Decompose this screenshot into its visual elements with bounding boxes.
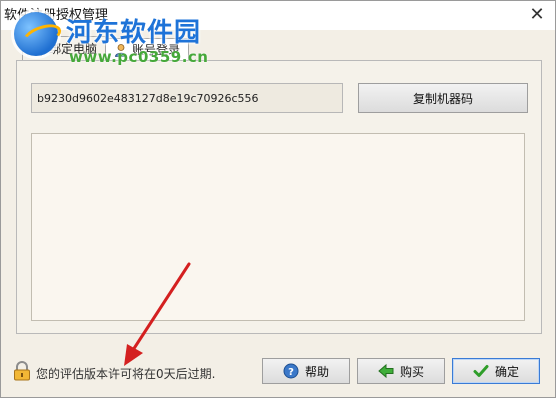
ok-button[interactable]: 确定 [452,358,540,384]
buy-button-label: 购买 [399,364,424,379]
help-button[interactable]: ? 帮助 [262,358,350,384]
watermark-logo-icon [14,12,58,56]
machine-code-field[interactable]: b9230d9602e483127d8e19c70926c556 [31,83,343,113]
watermark: 河东软件园 www.pc0359.cn [14,8,208,68]
copy-button-label: 复制机器码 [412,91,473,106]
lock-icon [14,361,30,381]
help-icon: ? [283,363,299,379]
checkmark-icon [473,365,489,377]
watermark-site-name: 河东软件园 [66,18,202,48]
ok-button-label: 确定 [494,364,519,379]
close-button[interactable]: ✕ [518,0,556,28]
watermark-url: www.pc0359.cn [69,48,209,66]
license-status-text: 您的评估版本许可将在0天后过期. [36,367,216,381]
info-text-area[interactable] [31,133,525,321]
svg-text:?: ? [288,367,294,378]
buy-button[interactable]: 购买 [357,358,445,384]
arrow-left-icon [378,363,394,379]
help-button-label: 帮助 [304,364,329,379]
copy-machine-code-button[interactable]: 复制机器码 [358,83,528,113]
